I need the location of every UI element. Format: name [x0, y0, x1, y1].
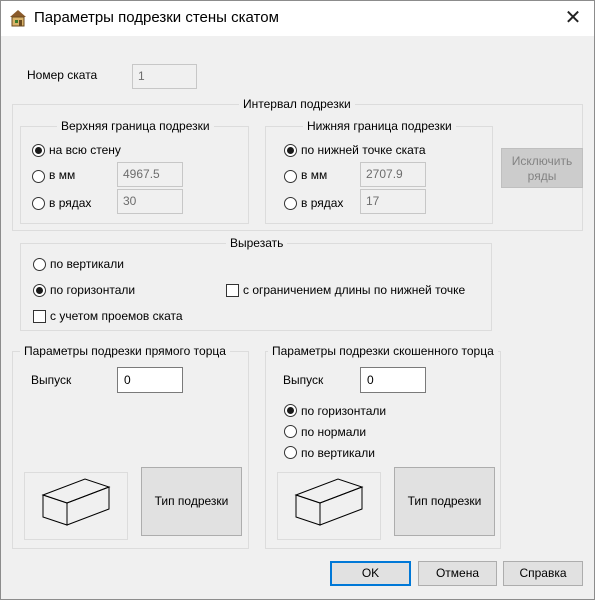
bevel-normal-radio[interactable]: [284, 425, 297, 438]
upper-mm-label: в мм: [49, 168, 76, 182]
beveled-overhang-label: Выпуск: [283, 373, 324, 387]
limit-length-checkbox[interactable]: [226, 284, 239, 297]
bevel-vertical-radio[interactable]: [284, 446, 297, 459]
beveled-end-preview: [277, 472, 381, 540]
beveled-cut-type-button[interactable]: Тип подрезки: [394, 467, 495, 536]
slope-number-label: Номер ската: [27, 68, 98, 82]
cut-vertical-label: по вертикали: [50, 257, 124, 271]
lower-bottom-point-label: по нижней точке ската: [301, 143, 426, 157]
cancel-button[interactable]: Отмена: [418, 561, 497, 586]
ok-button[interactable]: OK: [330, 561, 411, 586]
straight-overhang-label: Выпуск: [31, 373, 72, 387]
beveled-end-title: Параметры подрезки скошенного торца: [268, 344, 498, 358]
slope-number-field: 1: [132, 64, 197, 89]
upper-whole-wall-label: на всю стену: [49, 143, 121, 157]
cut-interval-title: Интервал подрезки: [239, 97, 355, 111]
bevel-horizontal-label: по горизонтали: [301, 404, 387, 418]
bevel-normal-label: по нормали: [301, 425, 367, 439]
box-cut-icon: [41, 478, 111, 526]
upper-rows-label: в рядах: [49, 196, 92, 210]
lower-mm-label: в мм: [301, 168, 328, 182]
lower-mm-field: 2707.9: [360, 162, 426, 187]
bevel-vertical-label: по вертикали: [301, 446, 375, 460]
upper-rows-field: 30: [117, 189, 183, 214]
lower-bottom-point-radio[interactable]: [284, 144, 297, 157]
upper-mm-radio[interactable]: [32, 170, 45, 183]
consider-openings-checkbox[interactable]: [33, 310, 46, 323]
box-cut-icon: [294, 478, 364, 526]
cut-vertical-radio[interactable]: [33, 258, 46, 271]
straight-overhang-input[interactable]: 0: [117, 367, 183, 393]
cut-out-title: Вырезать: [226, 236, 288, 250]
beveled-overhang-input[interactable]: 0: [360, 367, 426, 393]
lower-rows-field: 17: [360, 189, 426, 214]
straight-end-preview: [24, 472, 128, 540]
cut-horizontal-label: по горизонтали: [50, 283, 136, 297]
straight-cut-type-button[interactable]: Тип подрезки: [141, 467, 242, 536]
limit-length-label: с ограничением длины по нижней точке: [243, 283, 466, 297]
cut-horizontal-radio[interactable]: [33, 284, 46, 297]
straight-end-title: Параметры подрезки прямого торца: [20, 344, 230, 358]
lower-rows-radio[interactable]: [284, 197, 297, 210]
house-icon: [9, 9, 27, 27]
consider-openings-label: с учетом проемов ската: [50, 309, 183, 323]
upper-whole-wall-radio[interactable]: [32, 144, 45, 157]
bevel-horizontal-radio[interactable]: [284, 404, 297, 417]
lower-mm-radio[interactable]: [284, 170, 297, 183]
exclude-rows-button[interactable]: Исключить ряды: [501, 148, 583, 188]
upper-bound-title: Верхняя граница подрезки: [57, 119, 214, 133]
lower-bound-title: Нижняя граница подрезки: [303, 119, 456, 133]
upper-rows-radio[interactable]: [32, 197, 45, 210]
help-button[interactable]: Справка: [503, 561, 583, 586]
close-icon[interactable]: ✕: [562, 8, 584, 30]
lower-rows-label: в рядах: [301, 196, 344, 210]
window-title: Параметры подрезки стены скатом: [34, 9, 279, 26]
upper-mm-field: 4967.5: [117, 162, 183, 187]
